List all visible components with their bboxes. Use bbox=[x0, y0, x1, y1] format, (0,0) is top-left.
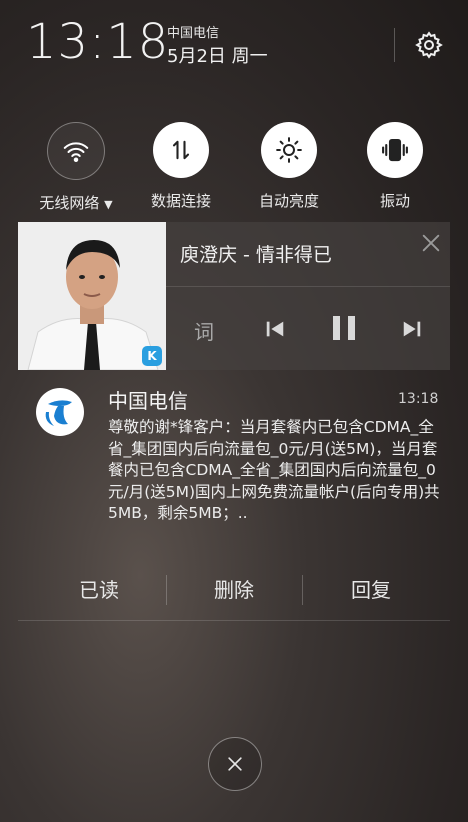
app-badge-letter: K bbox=[147, 349, 157, 363]
carrier-name: 中国电信 bbox=[167, 26, 220, 41]
header-divider bbox=[394, 28, 395, 62]
dropdown-arrow-icon[interactable]: ▼ bbox=[104, 198, 112, 211]
mark-read-button[interactable]: 已读 bbox=[34, 574, 164, 603]
action-divider bbox=[166, 575, 167, 605]
settings-gear-icon[interactable] bbox=[410, 26, 448, 64]
reply-button[interactable]: 回复 bbox=[306, 574, 436, 603]
notification-app-name: 中国电信 bbox=[108, 389, 188, 413]
music-player-card[interactable]: K 庾澄庆 - 情非得已 词 bbox=[18, 222, 450, 370]
notification-body[interactable]: 尊敬的谢*锋客户：当月套餐内已包含CDMA_全省_集团国内后向流量包_0元/月(… bbox=[108, 417, 448, 525]
toggle-data[interactable]: 数据连接 bbox=[127, 122, 235, 211]
delete-button[interactable]: 删除 bbox=[169, 574, 299, 603]
brightness-icon bbox=[261, 122, 317, 178]
lyrics-button[interactable]: 词 bbox=[194, 316, 214, 345]
toggle-wifi[interactable]: 无线网络 ▼ bbox=[22, 122, 130, 213]
song-title: 庾澄庆 - 情非得已 bbox=[180, 244, 332, 266]
toggle-vibrate-label: 振动 bbox=[379, 192, 410, 210]
clear-all-close-icon[interactable] bbox=[208, 737, 262, 791]
previous-track-icon[interactable] bbox=[264, 318, 286, 344]
action-divider bbox=[302, 575, 303, 605]
toggle-brightness[interactable]: 自动亮度 bbox=[235, 122, 343, 211]
toggle-data-label: 数据连接 bbox=[150, 192, 211, 210]
clock-time: 13:18 bbox=[26, 14, 170, 70]
toggle-vibrate[interactable]: 振动 bbox=[341, 122, 449, 211]
kugou-app-badge: K bbox=[142, 346, 162, 366]
play-pause-icon[interactable] bbox=[331, 314, 357, 346]
notification-bottom-divider bbox=[18, 620, 450, 621]
next-track-icon[interactable] bbox=[401, 318, 423, 344]
close-music-icon[interactable] bbox=[420, 232, 442, 258]
china-telecom-logo-icon bbox=[36, 388, 84, 436]
date-label: 5月2日 周一 bbox=[167, 46, 268, 67]
music-divider bbox=[166, 286, 450, 287]
data-transfer-icon bbox=[153, 122, 209, 178]
toggle-brightness-label: 自动亮度 bbox=[258, 192, 319, 210]
toggle-wifi-label: 无线网络 bbox=[39, 194, 100, 212]
album-art: K bbox=[18, 222, 166, 370]
notification-time: 13:18 bbox=[398, 391, 439, 407]
wifi-icon bbox=[47, 122, 105, 180]
vibrate-icon bbox=[367, 122, 423, 178]
